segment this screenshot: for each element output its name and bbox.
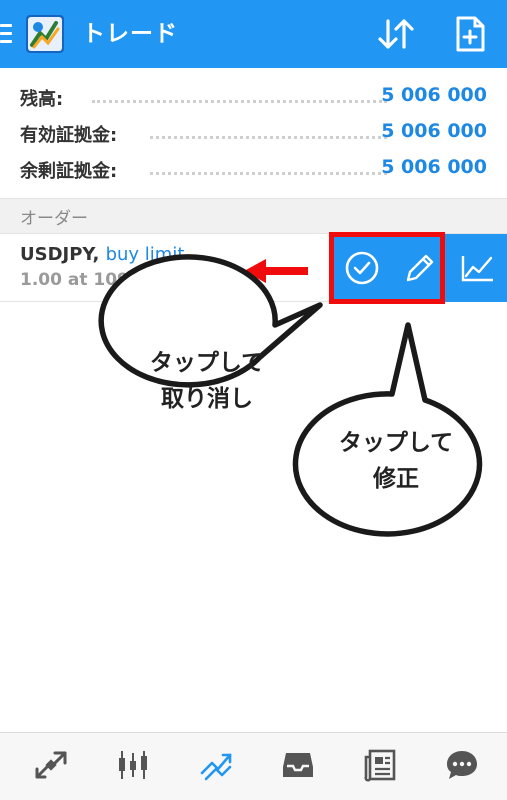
app-bar: トレード bbox=[0, 0, 507, 68]
edit-callout-text: タップして 修正 bbox=[318, 425, 474, 497]
order-details: 1.00 at 109.700 bbox=[20, 270, 171, 290]
news-icon bbox=[364, 749, 396, 782]
cancel-callout-text: タップして 取り消し bbox=[142, 345, 272, 417]
red-arrow-annotation bbox=[244, 259, 308, 283]
nav-quotes[interactable] bbox=[21, 733, 81, 800]
equity-value: 5 006 000 bbox=[381, 120, 487, 142]
account-summary: 残高: 5 006 000 有効証拠金: 5 006 000 余剰証拠金: 5 … bbox=[0, 68, 507, 198]
order-symbol: USDJPY, buy limit bbox=[20, 244, 184, 265]
balance-value: 5 006 000 bbox=[381, 84, 487, 106]
sort-icon[interactable] bbox=[377, 17, 415, 51]
section-title: オーダー bbox=[20, 209, 88, 229]
nav-history[interactable] bbox=[268, 733, 328, 800]
dotted-leader bbox=[92, 100, 387, 103]
nav-chart[interactable] bbox=[103, 733, 163, 800]
page-title: トレード bbox=[82, 21, 178, 47]
nav-chat[interactable] bbox=[432, 733, 492, 800]
new-order-icon[interactable] bbox=[455, 16, 485, 52]
edit-callout-line1: タップして bbox=[338, 430, 454, 456]
quotes-icon bbox=[35, 751, 67, 779]
chart-line-icon bbox=[461, 256, 493, 282]
order-symbol-text: USDJPY, bbox=[20, 244, 100, 265]
open-chart-button[interactable] bbox=[453, 234, 507, 302]
dotted-leader bbox=[150, 172, 387, 175]
menu-icon[interactable] bbox=[0, 24, 12, 44]
highlight-box bbox=[329, 232, 445, 304]
orders-section-header: オーダー bbox=[0, 198, 507, 234]
history-inbox-icon bbox=[283, 753, 313, 777]
free-margin-value: 5 006 000 bbox=[381, 156, 487, 178]
free-margin-row: 余剰証拠金: 5 006 000 bbox=[0, 151, 507, 187]
equity-row: 有効証拠金: 5 006 000 bbox=[0, 115, 507, 151]
edit-callout-line2: 修正 bbox=[373, 466, 419, 492]
balance-label: 残高: bbox=[20, 89, 64, 110]
balance-row: 残高: 5 006 000 bbox=[0, 79, 507, 115]
dotted-leader bbox=[150, 136, 387, 139]
nav-news[interactable] bbox=[350, 733, 410, 800]
equity-label: 有効証拠金: bbox=[20, 125, 118, 146]
cancel-callout-line1: タップして bbox=[149, 350, 265, 376]
metatrader-logo-icon bbox=[26, 15, 64, 53]
cancel-callout-line2: 取り消し bbox=[161, 386, 253, 412]
bottom-navigation bbox=[0, 732, 507, 800]
chat-icon bbox=[447, 751, 477, 779]
trade-icon bbox=[200, 753, 232, 781]
nav-trade[interactable] bbox=[186, 733, 246, 800]
candlestick-chart-icon bbox=[119, 751, 147, 779]
order-type: buy limit bbox=[105, 244, 185, 265]
free-margin-label: 余剰証拠金: bbox=[20, 161, 118, 182]
